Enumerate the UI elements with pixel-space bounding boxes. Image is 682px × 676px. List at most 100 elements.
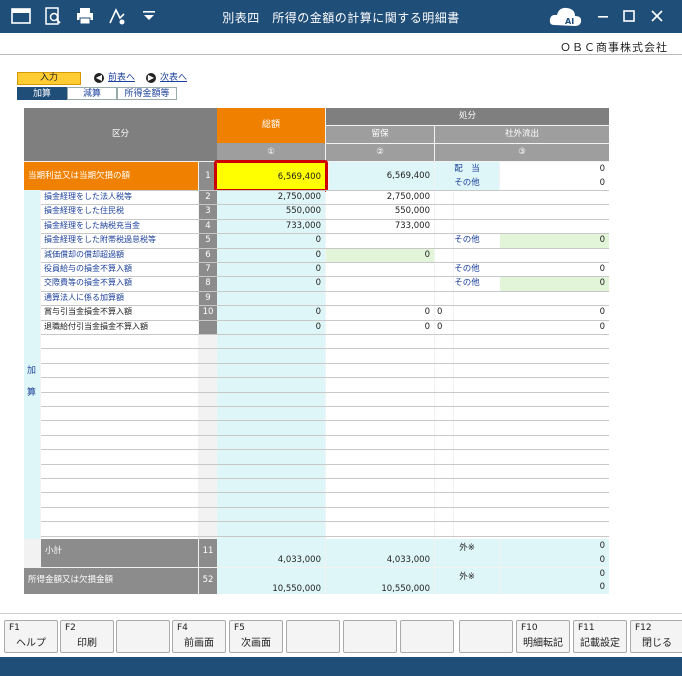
- row-out-value[interactable]: [500, 190, 609, 204]
- row-out-label: [435, 291, 499, 305]
- prev-table-link[interactable]: ◀ 前表へ: [94, 72, 135, 85]
- gridline: [41, 290, 609, 292]
- arrow-right-icon: ▶: [146, 73, 156, 83]
- row-out-value[interactable]: 0: [500, 233, 609, 248]
- row-retained[interactable]: 733,000: [326, 219, 434, 233]
- tab-addition[interactable]: 加算: [17, 87, 67, 100]
- gridline: [41, 190, 609, 191]
- fkey-f5-button[interactable]: F5 次画面: [229, 620, 283, 653]
- other-value[interactable]: 0: [500, 176, 609, 190]
- row-total[interactable]: 550,000: [217, 204, 325, 218]
- minimize-icon[interactable]: [592, 6, 614, 26]
- svg-text:AI: AI: [565, 17, 574, 26]
- row-retained[interactable]: [326, 276, 434, 290]
- row-label: 損金経理をした住民税: [44, 206, 124, 216]
- fkey-number: F10: [521, 623, 538, 633]
- divider: [0, 54, 682, 55]
- row-out-value[interactable]: [500, 219, 609, 233]
- tab-income[interactable]: 所得金額等: [117, 87, 177, 100]
- row-out-flag[interactable]: 0: [437, 320, 453, 334]
- row-no: 3: [199, 204, 217, 219]
- gridline: [41, 463, 609, 465]
- row-retained[interactable]: 2,750,000: [326, 190, 434, 204]
- row-out-value[interactable]: 0: [500, 305, 609, 319]
- row-no: 9: [199, 290, 217, 306]
- fkey-f11-button[interactable]: F11 記載設定: [573, 620, 627, 653]
- gridline: [41, 377, 609, 379]
- gridline: [41, 406, 609, 407]
- gridline: [41, 492, 609, 494]
- row-retained[interactable]: [326, 291, 434, 305]
- row-label: 通算法人に係る加算額: [44, 292, 124, 302]
- row-total[interactable]: [217, 291, 325, 305]
- gridline: [41, 362, 609, 364]
- title-bar: 別表四 所得の金額の計算に関する明細書 AI: [0, 0, 682, 33]
- row-out-value[interactable]: 0: [500, 276, 609, 291]
- row-retained[interactable]: 550,000: [326, 204, 434, 218]
- fkey-blank-button[interactable]: [116, 620, 170, 653]
- fkey-f12-button[interactable]: F12 閉じる: [630, 620, 682, 653]
- fkey-f4-button[interactable]: F4 前画面: [172, 620, 226, 653]
- row-out-value[interactable]: 0: [500, 262, 609, 276]
- subtotal-label: 小計: [41, 539, 198, 567]
- row-out-value[interactable]: 0: [500, 320, 609, 334]
- close-icon[interactable]: [646, 6, 668, 26]
- fkey-f2-button[interactable]: F2 印刷: [60, 620, 114, 653]
- fkey-f10-button[interactable]: F10 明細転記: [516, 620, 570, 653]
- row-label: 退職給付引当金損金不算入額: [44, 321, 148, 331]
- row-retained[interactable]: 0: [326, 305, 434, 319]
- row-total[interactable]: 0: [217, 248, 325, 262]
- row-out-label: その他: [454, 278, 480, 289]
- dividend-value[interactable]: 0: [500, 162, 609, 176]
- ai-cloud-icon[interactable]: AI: [548, 3, 584, 30]
- header-disposal: 処分: [326, 108, 609, 125]
- row-total[interactable]: 0: [217, 262, 325, 276]
- gridline: [41, 247, 609, 249]
- header-col1: ①: [217, 143, 325, 161]
- row-no: 2: [199, 190, 217, 205]
- row-total[interactable]: 0: [217, 276, 325, 290]
- row-out-value[interactable]: [500, 248, 609, 262]
- row-retained[interactable]: 0: [326, 247, 434, 262]
- fkey-label: 次画面: [241, 638, 271, 649]
- row-out-label: [435, 219, 499, 233]
- retained-profit[interactable]: 6,569,400: [329, 162, 434, 190]
- row-total[interactable]: 0: [217, 233, 325, 247]
- header-col2: ②: [326, 144, 434, 161]
- fkey-label: ヘルプ: [16, 638, 46, 649]
- maximize-icon[interactable]: [618, 6, 640, 26]
- gridline: [41, 233, 609, 235]
- row-out-flag[interactable]: 0: [437, 305, 453, 319]
- subtotal-retained: 4,033,000: [326, 539, 434, 567]
- income-label: 所得金額又は欠損金額: [24, 568, 198, 594]
- gridline: [41, 521, 609, 523]
- next-table-label: 次表へ: [160, 73, 188, 83]
- fkey-f1-button[interactable]: F1 ヘルプ: [4, 620, 58, 653]
- fkey-blank-button[interactable]: [459, 620, 513, 653]
- header-retained: 留保: [326, 126, 434, 143]
- row-total[interactable]: 0: [217, 305, 325, 319]
- row-total[interactable]: 2,750,000: [217, 190, 325, 204]
- total-profit-input[interactable]: 6,569,400: [214, 160, 328, 192]
- row-label: 賞与引当金損金不算入額: [44, 307, 132, 317]
- gridline: [41, 276, 609, 278]
- tab-subtraction[interactable]: 減算: [67, 87, 117, 100]
- row-out-value[interactable]: [500, 291, 609, 305]
- fkey-blank-button[interactable]: [400, 620, 454, 653]
- fkey-blank-button[interactable]: [343, 620, 397, 653]
- row-retained[interactable]: [326, 262, 434, 276]
- fkey-blank-button[interactable]: [286, 620, 340, 653]
- row-retained[interactable]: [326, 233, 434, 247]
- fkey-number: F4: [177, 623, 188, 633]
- schedule-table: 区分 総額 ① 処分 留保 社外流出 ② ③ 当期利益又は当期欠損の額 1 6,…: [24, 108, 609, 594]
- row-out-value[interactable]: [500, 204, 609, 218]
- row-total[interactable]: 733,000: [217, 219, 325, 233]
- row-label-profit: 当期利益又は当期欠損の額: [24, 162, 198, 190]
- row-total[interactable]: 0: [217, 320, 325, 334]
- row-no: 6: [199, 247, 217, 262]
- row-label: 役員給与の損金不算入額: [44, 264, 132, 273]
- fkey-number: F5: [234, 623, 245, 633]
- row-retained[interactable]: 0: [326, 320, 434, 334]
- next-table-link[interactable]: ▶ 次表へ: [146, 72, 187, 85]
- company-name: ＯＢＣ商事株式会社: [560, 41, 668, 54]
